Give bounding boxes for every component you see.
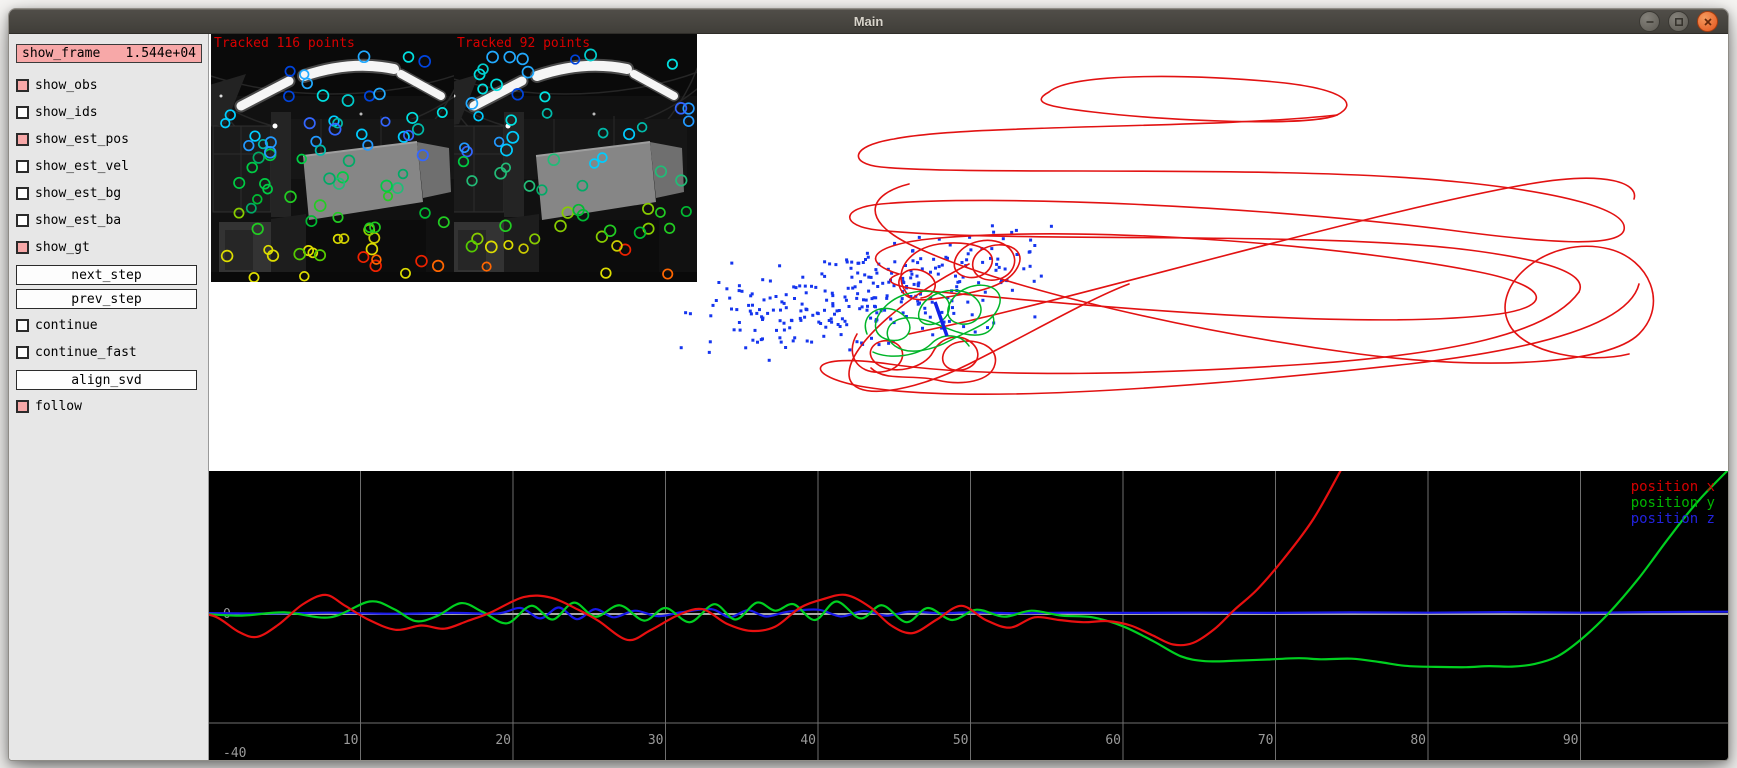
position-plot-canvas: 01020304050607080900-40position xpositio… [209, 471, 1729, 761]
sidebar-item-continue_fast: continue_fast [16, 339, 202, 366]
position-plot-panel[interactable]: 01020304050607080900-40position xpositio… [209, 471, 1729, 761]
legend-entry: position x [1631, 479, 1715, 495]
show-frame-field[interactable]: show_frame 1.544e+04 [16, 44, 202, 63]
show-frame-label: show_frame [22, 46, 100, 61]
camera-view-left[interactable]: Tracked 116 points [211, 34, 454, 282]
show_est_ba-checkbox[interactable] [16, 214, 29, 227]
next_step-button[interactable]: next_step [16, 265, 197, 285]
x-tick-label: 30 [648, 733, 664, 748]
show_est_pos-label: show_est_pos [35, 132, 129, 147]
sidebar-item-show_est_ba: show_est_ba [16, 207, 202, 234]
x-tick-label: 80 [1410, 733, 1426, 748]
continue-label: continue [35, 318, 98, 333]
legend-entry: position z [1631, 511, 1715, 527]
trajectory-3d-view[interactable]: Tracked 116 points Tracked 92 points [209, 34, 1729, 471]
sidebar-item-show_est_pos: show_est_pos [16, 126, 202, 153]
sidebar-item-show_est_vel: show_est_vel [16, 153, 202, 180]
sidebar-item-continue: continue [16, 312, 202, 339]
tracked-points-label-left: Tracked 116 points [214, 36, 355, 51]
control-sidebar: show_frame 1.544e+04 show_obsshow_idssho… [9, 34, 209, 761]
show_ids-checkbox[interactable] [16, 106, 29, 119]
show_est_bg-label: show_est_bg [35, 186, 121, 201]
continue-checkbox[interactable] [16, 319, 29, 332]
continue_fast-checkbox[interactable] [16, 346, 29, 359]
follow-label: follow [35, 399, 82, 414]
camera-right-canvas [454, 34, 697, 282]
x-tick-label: 20 [495, 733, 511, 748]
titlebar[interactable]: Main [9, 9, 1728, 34]
current-pose-marker [935, 302, 947, 336]
camera-view-right[interactable]: Tracked 92 points [454, 34, 697, 282]
x-tick-label: 50 [953, 733, 969, 748]
series-position-y [209, 471, 1729, 667]
sidebar-items: show_obs show_ids show_est_pos show_est_vel… [16, 72, 202, 420]
x-tick-label: 90 [1563, 733, 1579, 748]
x-tick-label: 10 [343, 733, 359, 748]
camera-image [454, 34, 697, 282]
plot-legend: position xposition yposition z [1631, 479, 1715, 527]
show_est_vel-checkbox[interactable] [16, 160, 29, 173]
show_est_pos-checkbox[interactable] [16, 133, 29, 146]
x-tick-label: 70 [1258, 733, 1274, 748]
series-position-x [209, 471, 1343, 645]
show_obs-label: show_obs [35, 78, 98, 93]
close-button[interactable] [1697, 11, 1718, 32]
sidebar-item-follow: follow [16, 393, 202, 420]
x-tick-label: 40 [800, 733, 816, 748]
show_gt-checkbox[interactable] [16, 241, 29, 254]
main-window: Main show_frame 1.544e+04 show_obs [8, 8, 1729, 761]
legend-entry: position y [1631, 495, 1715, 511]
tracked-points-label-right: Tracked 92 points [457, 36, 590, 51]
y-tick-label: -40 [223, 746, 246, 761]
show-frame-value: 1.544e+04 [126, 46, 196, 61]
show_est_bg-checkbox[interactable] [16, 187, 29, 200]
minimize-button[interactable] [1639, 11, 1660, 32]
show_est_vel-label: show_est_vel [35, 159, 129, 174]
maximize-icon [1674, 17, 1684, 27]
x-tick-label: 60 [1105, 733, 1121, 748]
show_obs-checkbox[interactable] [16, 79, 29, 92]
sidebar-item-show_est_bg: show_est_bg [16, 180, 202, 207]
maximize-button[interactable] [1668, 11, 1689, 32]
follow-checkbox[interactable] [16, 400, 29, 413]
align_svd-button[interactable]: align_svd [16, 370, 197, 390]
ground-truth-trajectory [820, 76, 1653, 394]
close-icon [1703, 17, 1713, 27]
sidebar-item-show_gt: show_gt [16, 234, 202, 261]
show_ids-label: show_ids [35, 105, 98, 120]
sidebar-item-show_ids: show_ids [16, 99, 202, 126]
minimize-icon [1645, 17, 1655, 27]
window-title: Main [854, 14, 884, 29]
prev_step-button[interactable]: prev_step [16, 289, 197, 309]
camera-left-canvas [211, 34, 454, 282]
sidebar-item-show_obs: show_obs [16, 72, 202, 99]
window-content: show_frame 1.544e+04 show_obsshow_idssho… [9, 34, 1728, 760]
show_est_ba-label: show_est_ba [35, 213, 121, 228]
window-controls [1639, 11, 1718, 32]
screen: Main show_frame 1.544e+04 show_obs [0, 0, 1737, 768]
show_gt-label: show_gt [35, 240, 90, 255]
continue_fast-label: continue_fast [35, 345, 137, 360]
